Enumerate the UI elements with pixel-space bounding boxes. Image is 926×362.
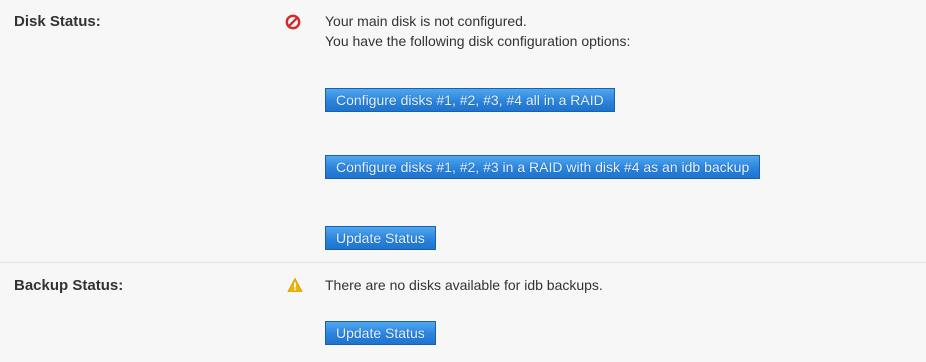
disk-status-message: Your main disk is not configured. You ha… [325,11,630,51]
disk-status-row: Disk Status: Your main disk is not confi… [0,0,926,263]
backup-update-status-button[interactable]: Update Status [325,321,436,345]
backup-status-message: There are no disks available for idb bac… [325,277,603,293]
disk-status-label: Disk Status: [14,13,101,30]
configure-raid-backup-button[interactable]: Configure disks #1, #2, #3 in a RAID wit… [325,155,761,179]
disk-message-line-1: Your main disk is not configured. [325,13,527,29]
warning-triangle-icon [287,277,303,292]
disk-update-status-button[interactable]: Update Status [325,226,436,250]
status-panel: Disk Status: Your main disk is not confi… [0,0,926,362]
disk-message-line-2: You have the following disk configuratio… [325,33,631,49]
configure-raid-all-button[interactable]: Configure disks #1, #2, #3, #4 all in a … [325,88,615,112]
error-circle-icon [285,14,301,30]
backup-status-label: Backup Status: [14,277,124,294]
backup-status-row: Backup Status: There are no disks availa… [0,263,926,362]
